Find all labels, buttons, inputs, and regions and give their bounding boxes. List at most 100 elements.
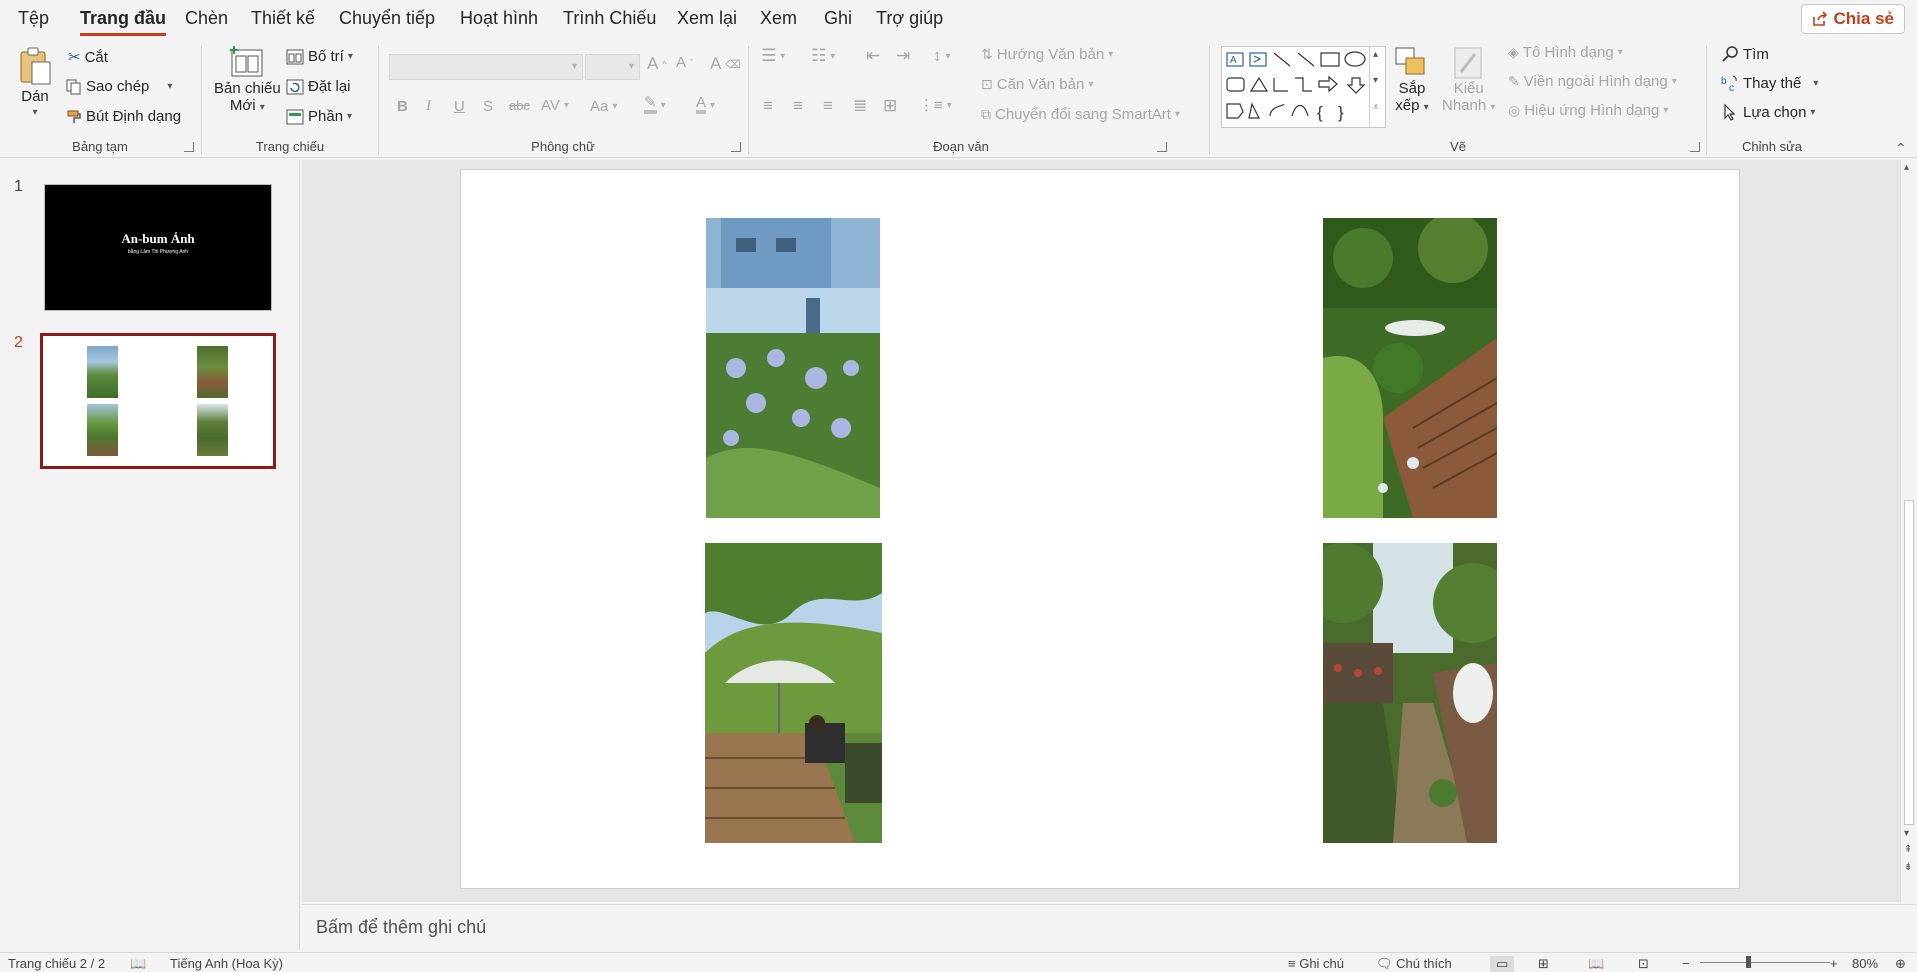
find-button[interactable]: Tìm [1721, 45, 1769, 63]
change-case-icon[interactable]: Aa ▾ [590, 98, 617, 115]
tab-file[interactable]: Tệp [18, 8, 49, 29]
zoom-in-icon[interactable]: + [1830, 956, 1838, 971]
collapse-ribbon-icon[interactable]: ⌃ [1895, 140, 1907, 157]
new-slide-dropdown-icon[interactable]: ▾ [260, 102, 265, 113]
quick-styles-button[interactable]: Kiểu Nhanh ▾ [1442, 46, 1495, 114]
tab-animations[interactable]: Hoạt hình [460, 8, 538, 29]
cut-button[interactable]: ✂ Cắt [68, 48, 108, 67]
shape-effects-button[interactable]: ◎ Hiệu ứng Hình dạng ▾ [1508, 102, 1668, 119]
align-left-icon[interactable]: ≡ [763, 96, 773, 116]
language-status[interactable]: Tiếng Anh (Hoa Kỳ) [170, 956, 283, 971]
replace-button[interactable]: bc Thay thế ▾ [1721, 74, 1818, 93]
select-dropdown-icon[interactable]: ▾ [1810, 107, 1815, 118]
tab-record[interactable]: Ghi [824, 8, 852, 29]
notes-toggle[interactable]: ≡ Ghi chú [1288, 956, 1344, 971]
zoom-out-icon[interactable]: − [1682, 956, 1690, 971]
paste-button[interactable]: Dán ▾ [18, 46, 52, 118]
shape-fill-button[interactable]: ◈ Tô Hình dạng ▾ [1508, 44, 1623, 61]
chevron-up-icon[interactable]: ▴ [1373, 49, 1378, 60]
justify-icon[interactable]: ≣ [853, 96, 867, 116]
tab-slideshow[interactable]: Trình Chiếu [563, 8, 656, 29]
scroll-up-icon[interactable]: ▴ [1904, 162, 1909, 173]
font-color-icon[interactable]: A ▾ [696, 95, 715, 114]
arrange-button[interactable]: Sắp xếp ▾ [1394, 46, 1430, 114]
normal-view-icon[interactable]: ▭ [1490, 956, 1515, 972]
align-text-vertical-icon[interactable]: ⋮≡ ▾ [919, 96, 952, 114]
fit-slide-icon[interactable]: ⊕ [1895, 956, 1906, 972]
underline-icon[interactable]: U [454, 98, 465, 115]
format-painter-button[interactable]: Bút Định dạng [66, 108, 181, 125]
layout-button[interactable]: Bố trí ▾ [286, 48, 353, 65]
share-button[interactable]: Chia sẻ [1800, 4, 1905, 34]
drawing-launcher-icon[interactable] [1690, 142, 1700, 152]
slide-thumbnail-1[interactable]: An-bum Ảnh bằng Lâm Thị Phương Anh [44, 184, 272, 311]
align-text-button[interactable]: ⊡ Căn Văn bản ▾ [981, 76, 1093, 93]
tab-insert[interactable]: Chèn [185, 8, 228, 29]
font-size-dropdown-icon[interactable]: ▾ [629, 61, 634, 72]
highlight-icon[interactable]: ✎ ▾ [644, 95, 666, 114]
shapes-gallery[interactable]: A {} ▴ ▾ ⩡ [1221, 46, 1386, 128]
bullets-icon[interactable]: ☰ ▾ [761, 46, 785, 66]
tab-design[interactable]: Thiết kế [251, 8, 315, 29]
line-spacing-icon[interactable]: ↕ ▾ [933, 46, 951, 66]
font-size-box[interactable]: ▾ [585, 54, 640, 80]
more-shapes-icon[interactable]: ⩡ [1373, 102, 1379, 113]
scrollbar-thumb[interactable] [1904, 500, 1914, 825]
convert-smartart-button[interactable]: ⧉ Chuyển đổi sang SmartArt ▾ [981, 106, 1180, 123]
chevron-down-icon[interactable]: ▾ [1373, 75, 1378, 86]
tab-help[interactable]: Trợ giúp [876, 8, 943, 29]
columns-icon[interactable]: ⊞ [883, 96, 897, 116]
paragraph-launcher-icon[interactable] [1157, 142, 1167, 152]
zoom-slider[interactable] [1700, 956, 1830, 968]
section-dropdown-icon[interactable]: ▾ [347, 111, 352, 122]
grow-font-icon[interactable]: A ^ [647, 54, 667, 74]
previous-slide-icon[interactable]: ⇞ [1904, 844, 1912, 855]
align-center-icon[interactable]: ≡ [793, 96, 803, 116]
strikethrough-icon[interactable]: abc [509, 98, 530, 113]
reset-button[interactable]: Đặt lại [286, 78, 351, 95]
font-name-dropdown-icon[interactable]: ▾ [572, 61, 577, 72]
font-name-box[interactable]: ▾ [389, 54, 583, 80]
comments-toggle[interactable]: 🗨 Chú thích [1376, 956, 1452, 972]
tab-transitions[interactable]: Chuyển tiếp [339, 8, 435, 29]
slide-canvas[interactable] [460, 169, 1740, 889]
photo-hydrangea-garden[interactable] [706, 218, 880, 518]
zoom-level[interactable]: 80% [1852, 956, 1878, 971]
increase-indent-icon[interactable]: ⇥ [896, 46, 910, 66]
copy-dropdown-icon[interactable]: ▾ [167, 81, 172, 92]
italic-icon[interactable]: I [426, 98, 431, 115]
align-right-icon[interactable]: ≡ [823, 96, 833, 116]
shrink-font-icon[interactable]: Aˇ [676, 54, 693, 71]
font-launcher-icon[interactable] [731, 142, 741, 152]
numbering-icon[interactable]: ☷ ▾ [811, 46, 835, 66]
layout-dropdown-icon[interactable]: ▾ [348, 51, 353, 62]
clear-formatting-icon[interactable]: A ⌫ [710, 54, 741, 74]
section-button[interactable]: Phần ▾ [286, 108, 352, 125]
shadow-icon[interactable]: S [483, 98, 493, 115]
replace-dropdown-icon[interactable]: ▾ [1813, 78, 1818, 89]
photo-garden-walkway[interactable] [1323, 543, 1497, 843]
slideshow-icon[interactable]: ⊡ [1638, 956, 1649, 972]
decrease-indent-icon[interactable]: ⇤ [866, 46, 880, 66]
text-direction-button[interactable]: ⇅ Hướng Văn bản ▾ [981, 46, 1113, 63]
shape-outline-button[interactable]: ✎ Viền ngoài Hình dạng ▾ [1508, 73, 1677, 90]
select-button[interactable]: Lựa chọn ▾ [1721, 103, 1815, 121]
shapes-gallery-scroll[interactable]: ▴ ▾ ⩡ [1369, 47, 1385, 127]
new-slide-button[interactable]: Bản chiếu Mới ▾ [214, 46, 281, 114]
bold-icon[interactable]: B [397, 98, 408, 115]
character-spacing-icon[interactable]: AV ▾ [541, 97, 569, 114]
next-slide-icon[interactable]: ⇟ [1904, 862, 1912, 873]
paste-dropdown-icon[interactable]: ▾ [32, 107, 37, 118]
tab-view[interactable]: Xem [760, 8, 797, 29]
tab-home[interactable]: Trang đầu [80, 8, 167, 36]
tab-review[interactable]: Xem lại [677, 8, 737, 29]
slide-thumbnail-2[interactable] [40, 333, 276, 469]
accessibility-icon[interactable]: 📖 [130, 956, 146, 972]
clipboard-launcher-icon[interactable] [184, 142, 194, 152]
photo-umbrella-table[interactable] [705, 543, 882, 843]
zoom-slider-thumb[interactable] [1746, 956, 1751, 968]
copy-button[interactable]: Sao chép ▾ [66, 78, 172, 95]
notes-pane[interactable]: Bấm để thêm ghi chú [302, 904, 1917, 952]
slide-sorter-icon[interactable]: ⊞ [1538, 956, 1549, 972]
reading-view-icon[interactable]: 📖 [1588, 956, 1604, 972]
